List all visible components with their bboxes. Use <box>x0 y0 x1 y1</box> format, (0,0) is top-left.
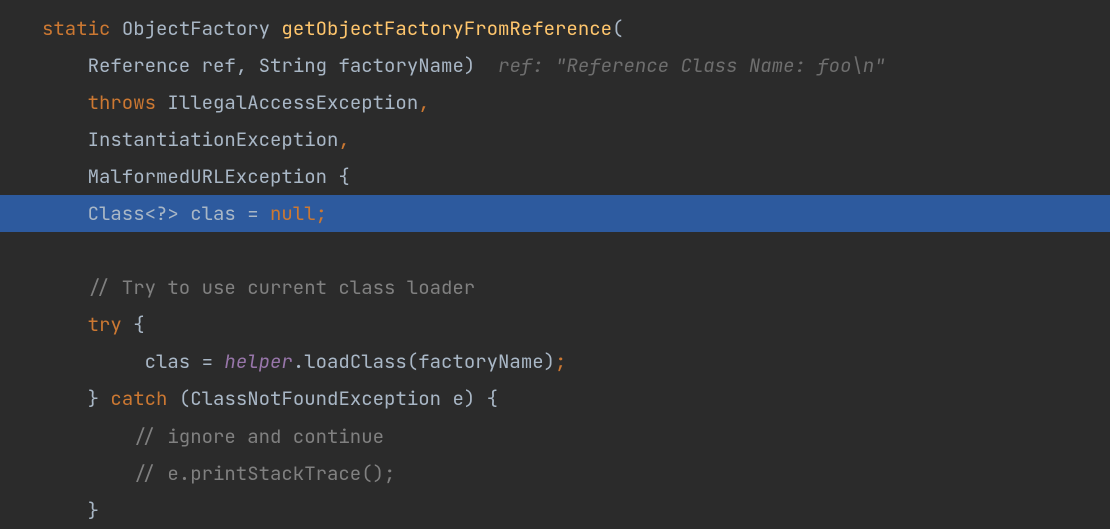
return-type: ObjectFactory <box>122 16 270 41</box>
indent <box>42 386 88 411</box>
comment: // ignore and continue <box>133 424 384 449</box>
exception-2: InstantiationException <box>88 127 339 152</box>
code-line-3[interactable]: throws IllegalAccessException, <box>0 84 1110 121</box>
code-line-blank[interactable] <box>0 232 1110 269</box>
inline-hint: ref: "Reference Class Name: foo\n" <box>475 53 885 78</box>
comma-1: , <box>236 53 259 78</box>
code-line-11[interactable]: // ignore and continue <box>0 418 1110 455</box>
code-line-2[interactable]: Reference ref, String factoryName) ref: … <box>0 47 1110 84</box>
indent <box>42 461 133 486</box>
paren-close: ) <box>464 53 475 78</box>
var-decl: clas = <box>179 201 270 226</box>
comment: // e.printStackTrace(); <box>133 461 395 486</box>
var-type: Class<?> <box>88 201 179 226</box>
keyword-try: try <box>88 312 122 337</box>
code-editor[interactable]: static ObjectFactory getObjectFactoryFro… <box>0 10 1110 529</box>
brace-close: } <box>88 498 99 523</box>
indent <box>42 349 145 374</box>
method-call: .loadClass(factoryName) <box>293 349 555 374</box>
semicolon: ; <box>555 349 566 374</box>
keyword-static: static <box>42 16 110 41</box>
code-line-5[interactable]: MalformedURLException { <box>0 158 1110 195</box>
indent <box>42 275 88 300</box>
indent <box>42 127 88 152</box>
comment: // Try to use current class loader <box>88 275 476 300</box>
field-helper: helper <box>224 349 292 374</box>
indent <box>42 164 88 189</box>
param-type-1: Reference <box>88 53 191 78</box>
code-line-6-highlighted[interactable]: Class<?> clas = null; <box>0 195 1110 232</box>
indent <box>42 201 88 226</box>
code-line-9[interactable]: clas = helper.loadClass(factoryName); <box>0 343 1110 380</box>
method-name: getObjectFactoryFromReference <box>281 16 612 41</box>
param-name-1: ref <box>190 53 236 78</box>
brace-open: { <box>338 164 349 189</box>
catch-params: (ClassNotFoundException e) { <box>167 386 498 411</box>
code-line-13[interactable]: } <box>0 492 1110 529</box>
brace-open: { <box>122 312 145 337</box>
code-line-4[interactable]: InstantiationException, <box>0 121 1110 158</box>
exception-3: MalformedURLException <box>88 164 339 189</box>
semicolon: ; <box>316 201 327 226</box>
keyword-catch: catch <box>110 386 167 411</box>
code-line-7[interactable]: // Try to use current class loader <box>0 269 1110 306</box>
param-type-2: String <box>259 53 327 78</box>
code-line-10[interactable]: } catch (ClassNotFoundException e) { <box>0 380 1110 417</box>
paren-open: ( <box>612 16 623 41</box>
indent <box>42 53 88 78</box>
keyword-null: null <box>270 201 316 226</box>
code-line-8[interactable]: try { <box>0 306 1110 343</box>
brace-close: } <box>88 386 111 411</box>
indent <box>42 498 88 523</box>
param-name-2: factoryName <box>327 53 464 78</box>
exception-1: IllegalAccessException <box>156 90 418 115</box>
comma: , <box>418 90 429 115</box>
keyword-throws: throws <box>88 90 156 115</box>
indent <box>42 424 133 449</box>
code-line-1[interactable]: static ObjectFactory getObjectFactoryFro… <box>0 10 1110 47</box>
var-assign: clas = <box>145 349 225 374</box>
indent <box>42 90 88 115</box>
comma: , <box>338 127 349 152</box>
code-line-12[interactable]: // e.printStackTrace(); <box>0 455 1110 492</box>
indent <box>42 312 88 337</box>
